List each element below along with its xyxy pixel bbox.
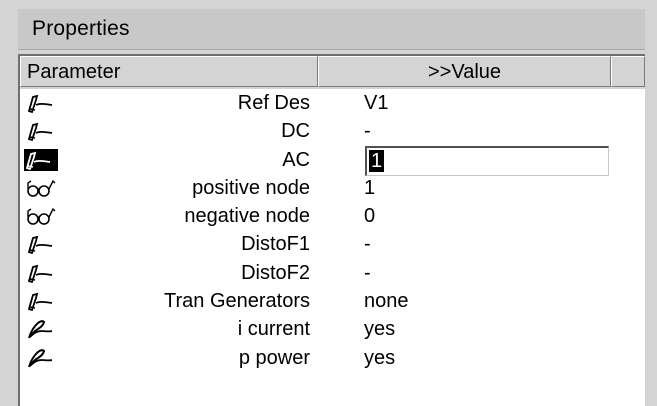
parameter-name: DistoF1 [241,233,310,256]
parameter-value[interactable]: 1 [364,177,375,199]
pencil-icon [26,120,56,142]
table-header: Parameter >>Value [20,56,645,89]
column-header-value[interactable]: >>Value [318,56,611,87]
parameter-name: AC [282,148,310,171]
column-header-value-label: >>Value [427,61,502,83]
column-header-parameter-label: Parameter [27,61,121,83]
table-body: Ref Des V1 DC - AC 1 positive node 1 negative no… [20,89,645,372]
value-edit-field[interactable]: 1 [365,145,609,176]
parameter-value[interactable]: yes [364,318,395,340]
parameter-name: i current [237,318,310,341]
quill-icon [26,318,56,340]
table-row[interactable]: DistoF2 - [20,259,645,287]
parameter-name: Ref Des [237,92,310,114]
pencil-icon [26,233,56,255]
panel-title: Properties [32,17,130,40]
table-row[interactable]: DC - [20,117,645,145]
table-row[interactable]: p power yes [20,344,645,372]
parameter-value[interactable]: 0 [364,205,375,227]
table-row[interactable]: DistoF1 - [20,230,645,258]
parameter-value[interactable]: - [364,120,371,142]
parameter-value[interactable]: V1 [364,92,388,114]
pencil-icon [24,148,58,171]
parameter-value[interactable]: none [364,290,409,312]
glasses-icon [26,177,56,199]
table-row[interactable]: negative node 0 [20,202,645,230]
parameter-name: positive node [192,176,310,199]
parameter-value[interactable]: - [364,262,371,284]
parameter-name: Tran Generators [164,290,310,313]
parameter-name: DistoF2 [241,261,310,284]
pencil-icon [26,262,56,284]
table-row[interactable]: i current yes [20,315,645,343]
value-edit-text: 1 [369,149,385,172]
pencil-icon [26,92,56,114]
glasses-icon [26,205,56,227]
properties-table: Parameter >>Value Ref Des V1 DC - AC 1 positiv… [18,54,645,406]
pencil-icon [26,290,56,312]
quill-icon [26,347,56,369]
table-row[interactable]: Ref Des V1 [20,89,645,117]
parameter-value[interactable]: - [364,233,371,255]
parameter-value[interactable]: yes [364,347,395,369]
table-row[interactable]: Tran Generators none [20,287,645,315]
parameter-name: DC [281,120,310,143]
properties-panel: Properties Parameter >>Value Ref Des V1 DC… [0,0,657,406]
column-header-parameter[interactable]: Parameter [20,56,318,87]
table-row[interactable]: AC 1 [20,145,645,176]
parameter-name: p power [238,346,310,369]
column-header-extra[interactable] [611,56,645,87]
panel-title-bar: Properties [18,9,645,50]
parameter-name: negative node [184,205,310,228]
table-row[interactable]: positive node 1 [20,174,645,202]
